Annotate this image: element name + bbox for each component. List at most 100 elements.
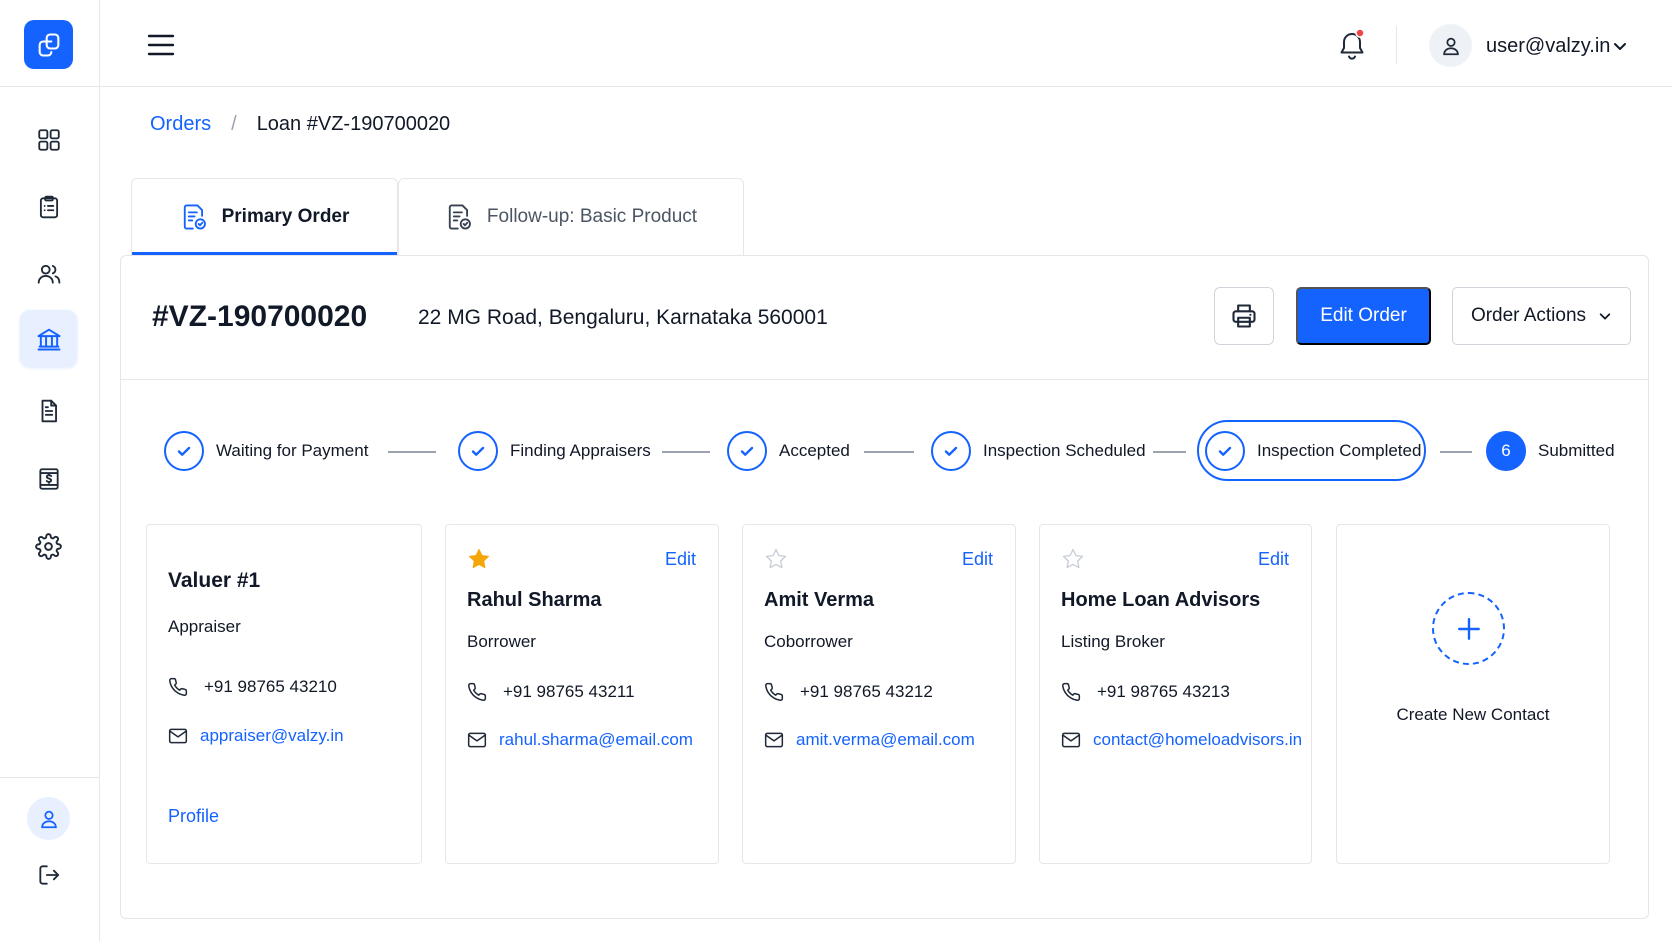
logout-icon [39,865,60,885]
contact-name: Amit Verma [764,589,875,611]
hamburger-icon [147,34,175,56]
edit-contact-link[interactable]: Edit [962,549,993,570]
tab-follow-up[interactable]: Follow-up: Basic Product [398,178,744,255]
user-avatar[interactable] [1429,24,1472,67]
contact-phone[interactable]: +91 98765 43213 [1097,682,1230,702]
contact-phone[interactable]: +91 98765 43211 [503,682,635,702]
step-connector [662,451,710,453]
notification-dot [1355,28,1365,38]
check-icon [944,446,958,456]
step-check-circle [164,431,204,471]
edit-contact-link[interactable]: Edit [665,549,696,570]
sidebar-item-dashboard[interactable] [20,111,77,168]
order-id: #VZ-190700020 [152,300,368,333]
contact-phone[interactable]: +91 98765 43212 [800,682,933,702]
phone-icon [169,677,188,696]
tab-primary-order[interactable]: Primary Order [131,178,398,256]
step-label: Finding Appraisers [510,441,651,460]
step-label: Inspection Scheduled [983,441,1146,460]
print-button[interactable] [1214,287,1274,345]
sidebar-item-documents[interactable] [20,382,77,439]
chevron-down-icon [1614,43,1626,50]
check-icon [471,446,485,456]
star-outline-icon[interactable] [764,547,788,571]
order-actions-label: Order Actions [1470,305,1587,326]
phone-icon [765,682,784,701]
bell-icon [1340,28,1365,60]
breadcrumb-current: Loan #VZ-190700020 [256,113,451,135]
contact-role: Borrower [467,632,536,651]
user-menu-toggle[interactable] [1612,38,1628,54]
contact-card-listing-broker: Edit Home Loan Advisors Listing Broker +… [1039,524,1312,864]
sidebar-divider [0,86,100,87]
user-icon [1442,37,1459,55]
printer-icon [1232,304,1256,328]
contact-email[interactable]: rahul.sharma@email.com [499,730,693,750]
edit-order-button[interactable]: Edit Order [1296,287,1431,345]
check-icon [1218,446,1232,456]
step-check-circle [931,431,971,471]
sidebar-item-billing[interactable] [20,450,77,507]
gear-icon [35,533,62,560]
sidebar-profile-button[interactable] [27,797,70,840]
contact-name: Valuer #1 [168,569,261,592]
phone-icon [1062,682,1081,701]
create-contact-button[interactable] [1432,592,1505,665]
sidebar-item-lenders[interactable] [20,310,77,367]
sidebar-bottom-divider [0,777,100,778]
step-submitted: 6 Submitted [1486,430,1615,472]
header-divider [1396,26,1397,64]
order-actions-button[interactable]: Order Actions [1452,287,1631,345]
sidebar-item-settings[interactable] [20,518,77,575]
step-check-circle [458,431,498,471]
contact-email[interactable]: contact@homeloadvisors.in [1093,730,1302,750]
users-icon [37,264,60,284]
contact-email[interactable]: appraiser@valzy.in [200,726,344,746]
contact-phone[interactable]: +91 98765 43210 [204,677,337,697]
contact-role: Coborrower [764,632,853,651]
profile-link[interactable]: Profile [168,806,219,827]
step-accepted: Accepted [727,430,850,472]
edit-contact-link[interactable]: Edit [1258,549,1289,570]
menu-toggle-button[interactable] [146,32,176,58]
sidebar [0,0,100,941]
phone-icon [468,682,487,701]
order-document-icon [183,204,206,230]
sidebar-item-orders[interactable] [20,178,77,235]
step-check-circle [1205,431,1245,471]
mail-icon [168,728,188,744]
step-waiting-for-payment: Waiting for Payment [164,430,368,472]
star-filled-icon[interactable] [467,547,491,571]
step-connector [1440,451,1472,453]
contact-card-borrower: Edit Rahul Sharma Borrower +91 98765 432… [445,524,719,864]
logout-button[interactable] [34,860,64,890]
tab-follow-up-label: Follow-up: Basic Product [486,206,698,227]
panel-divider [121,379,1648,380]
step-check-circle [727,431,767,471]
step-connector [864,451,914,453]
user-icon [40,810,57,828]
create-contact-card[interactable]: Create New Contact [1336,524,1610,864]
check-icon [740,446,754,456]
step-connector [388,451,436,453]
user-email[interactable]: user@valzy.in [1486,35,1610,58]
step-label: Waiting for Payment [216,441,369,460]
grid-icon [37,128,60,151]
valuer-card: Valuer #1 Appraiser +91 98765 43210 appr… [146,524,422,864]
breadcrumb-orders-link[interactable]: Orders [150,113,211,136]
contact-email[interactable]: amit.verma@email.com [796,730,975,750]
app-logo[interactable] [24,20,73,69]
tab-primary-order-label: Primary Order [221,206,350,227]
step-connector [1153,451,1186,453]
check-icon [177,446,191,456]
breadcrumb: Orders / Loan #VZ-190700020 [150,113,450,136]
contact-role: Appraiser [168,617,241,636]
plus-icon [1457,617,1480,640]
notifications-button[interactable] [1336,28,1368,62]
copy-files-icon [38,32,59,57]
star-outline-icon[interactable] [1061,547,1085,571]
step-label: Inspection Completed [1257,441,1422,460]
step-label: Submitted [1538,441,1615,460]
sidebar-item-users[interactable] [20,245,77,302]
mail-icon [467,732,487,748]
